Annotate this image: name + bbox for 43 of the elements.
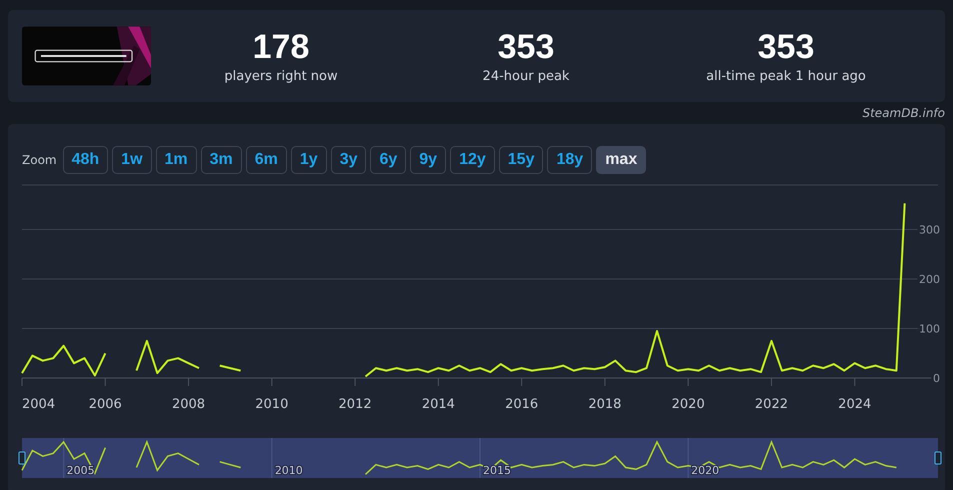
zoom-button[interactable]: 1y bbox=[290, 146, 327, 174]
x-axis-label: 2016 bbox=[505, 397, 538, 412]
navigator-overview[interactable] bbox=[21, 438, 938, 478]
zoom-button[interactable]: 3m bbox=[200, 146, 242, 174]
navigator-label: 2015 bbox=[483, 464, 511, 477]
x-axis-label: 2006 bbox=[88, 397, 122, 412]
y-axis-label: 300 bbox=[919, 224, 940, 237]
navigator-label: 2020 bbox=[691, 464, 720, 477]
stat-label: 24-hour peak bbox=[482, 68, 570, 84]
credit-text: SteamDB.info bbox=[862, 106, 945, 120]
x-axis-label: 2008 bbox=[172, 397, 206, 412]
stat-value: 353 bbox=[758, 28, 814, 64]
x-axis-label: 2014 bbox=[422, 397, 455, 412]
x-axis-label: 2024 bbox=[838, 397, 872, 412]
zoom-button[interactable]: 1m bbox=[156, 146, 197, 174]
navigator-label: 2005 bbox=[66, 464, 95, 477]
range-handle[interactable] bbox=[934, 452, 942, 464]
y-axis-label: 100 bbox=[919, 322, 940, 336]
x-axis-label: 2010 bbox=[255, 397, 288, 412]
y-axis-label: 200 bbox=[919, 273, 940, 286]
x-axis-label: 2020 bbox=[672, 397, 705, 412]
zoom-button[interactable]: 1w bbox=[112, 146, 152, 174]
stat-label: players right now bbox=[224, 68, 338, 84]
zoom-button[interactable]: 12y bbox=[450, 146, 495, 174]
zoom-button[interactable]: 3y bbox=[330, 146, 366, 174]
zoom-button[interactable]: 48h bbox=[62, 146, 108, 174]
zoom-button[interactable]: 9y bbox=[410, 146, 446, 174]
x-axis-label: 2012 bbox=[338, 397, 372, 412]
zoom-button[interactable]: 6m bbox=[246, 146, 287, 174]
stat-value: 353 bbox=[498, 28, 554, 64]
range-handle[interactable] bbox=[18, 452, 26, 464]
navigator-label: 2010 bbox=[274, 464, 303, 477]
zoom-label: Zoom bbox=[22, 153, 57, 167]
zoom-button[interactable]: 18y bbox=[547, 146, 592, 174]
y-axis-label: 0 bbox=[933, 372, 940, 385]
x-axis-label: 2004 bbox=[22, 397, 56, 412]
x-axis-label: 2022 bbox=[754, 397, 788, 412]
zoom-button[interactable]: 6y bbox=[370, 146, 406, 174]
zoom-button[interactable]: max bbox=[596, 146, 646, 174]
zoom-button[interactable]: 15y bbox=[498, 146, 544, 174]
x-axis-label: 2018 bbox=[588, 397, 622, 412]
stat-label: all-time peak 1 hour ago bbox=[706, 68, 866, 84]
stat-value: 178 bbox=[252, 28, 310, 64]
